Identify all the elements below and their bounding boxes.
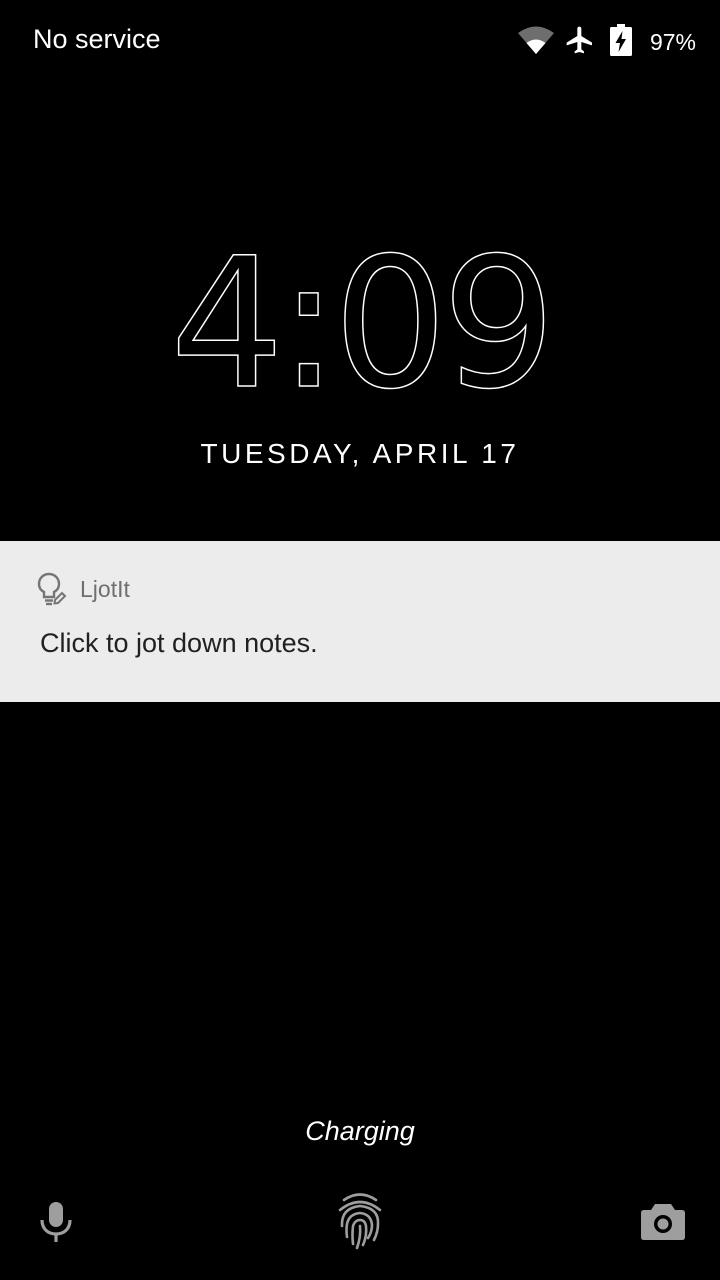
wifi-icon	[517, 26, 554, 59]
camera-icon[interactable]	[640, 1202, 686, 1247]
lock-date: TUESDAY, APRIL 17	[200, 438, 520, 469]
notification-text[interactable]: Click to jot down notes.	[40, 628, 318, 659]
charging-indication: Charging	[305, 1116, 415, 1146]
airplane-mode-icon	[564, 24, 596, 61]
status-icons: 97%	[517, 22, 696, 62]
battery-charging-icon	[609, 23, 632, 61]
status-bar: No service 97%	[0, 0, 720, 84]
carrier-label: No service	[33, 24, 161, 54]
notification-card[interactable]	[0, 541, 720, 702]
microphone-icon[interactable]	[36, 1198, 76, 1251]
clock-time: 4:09	[170, 250, 550, 400]
lightbulb-note-icon	[37, 572, 67, 611]
battery-percent: 97%	[649, 28, 696, 55]
fingerprint-icon[interactable]	[334, 1190, 386, 1255]
notification-app-name: LjotIt	[80, 576, 130, 602]
clock: 4:09	[169, 250, 557, 400]
